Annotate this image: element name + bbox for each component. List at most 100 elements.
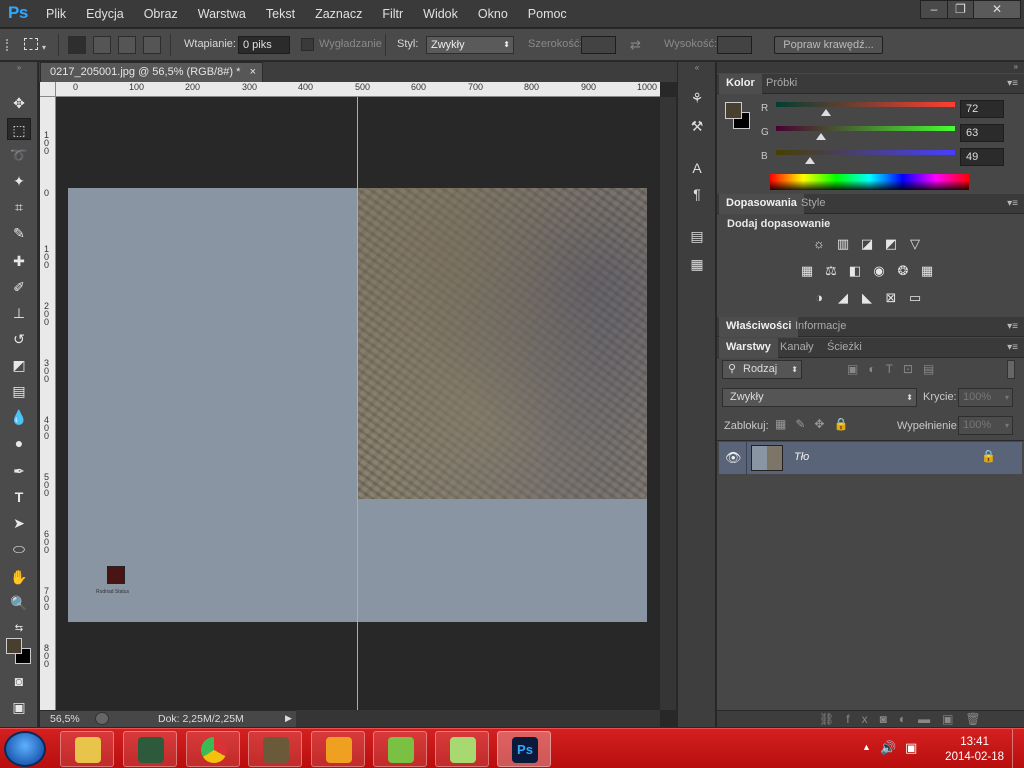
expand-icon[interactable]: « (686, 63, 708, 73)
brush-presets-icon[interactable]: ⚘ (686, 88, 708, 108)
start-button[interactable] (4, 731, 46, 767)
tab-wlasciwosci[interactable]: Właściwości (719, 317, 799, 337)
refine-edge-button[interactable]: Popraw krawędź... (774, 36, 883, 54)
color-spectrum-bar[interactable] (770, 174, 969, 190)
color-balance-icon[interactable]: ⚖ (823, 264, 839, 278)
network-icon[interactable]: ▣ (905, 740, 917, 756)
history-brush-tool-icon[interactable]: ↺ (7, 328, 31, 350)
default-colors-icon[interactable]: ⇆ (7, 618, 31, 640)
magic-wand-tool-icon[interactable]: ✦ (7, 170, 31, 192)
layer-action-icons[interactable]: ⛓fx◙◐▬▣🗑 (819, 712, 993, 726)
channel-b-slider[interactable] (776, 150, 955, 155)
channel-g-slider[interactable] (776, 126, 955, 131)
selective-color-icon[interactable]: ⊠ (883, 291, 899, 305)
menu-tekst[interactable]: Tekst (256, 0, 305, 28)
path-selection-tool-icon[interactable]: ➤ (7, 512, 31, 534)
panel-menu-icon[interactable]: ▾≡ (1007, 321, 1018, 332)
brush-tool-icon[interactable]: ✐ (7, 276, 31, 298)
width-input[interactable] (581, 36, 616, 54)
blend-mode-select[interactable]: Zwykły ⬍ (722, 388, 917, 407)
antialias-checkbox[interactable] (301, 38, 314, 51)
black-white-icon[interactable]: ◧ (847, 264, 863, 278)
taskbar-photoshop[interactable]: Ps (497, 731, 551, 767)
collapse-icon[interactable]: » (7, 64, 31, 72)
crop-tool-icon[interactable]: ⌗ (7, 196, 31, 218)
channel-mixer-icon[interactable]: ❂ (895, 264, 911, 278)
screen-mode-icon[interactable]: ▣ (7, 696, 31, 718)
close-tab-icon[interactable]: × (250, 63, 256, 82)
rect-marquee-tool-icon[interactable]: ⬚ (7, 118, 31, 140)
menu-pomoc[interactable]: Pomoc (518, 0, 577, 28)
dodge-tool-icon[interactable]: ● (7, 432, 31, 454)
taskbar-notepad[interactable] (435, 731, 489, 767)
close-window-button[interactable]: ✕ (973, 0, 1021, 19)
curves-icon[interactable]: ◪ (859, 237, 875, 251)
type-tool-icon[interactable]: T (7, 486, 31, 508)
menu-filtr[interactable]: Filtr (372, 0, 413, 28)
lasso-tool-icon[interactable]: ➰ (7, 144, 31, 166)
menu-plik[interactable]: Plik (36, 0, 76, 28)
layer-filter-icons[interactable]: ▣◐T⊡▤ (847, 362, 944, 376)
taskbar-chrome[interactable] (186, 731, 240, 767)
horizontal-ruler[interactable]: 0 100 200 300 400 500 600 700 800 900 10… (56, 82, 660, 97)
menu-widok[interactable]: Widok (413, 0, 468, 28)
zoom-tool-icon[interactable]: 🔍 (7, 592, 31, 614)
menu-okno[interactable]: Okno (468, 0, 518, 28)
tab-dopasowania[interactable]: Dopasowania (719, 194, 804, 214)
channel-g-knob[interactable] (815, 133, 826, 140)
quick-mask-icon[interactable]: ◙ (7, 670, 31, 692)
pen-tool-icon[interactable]: ✒ (7, 460, 31, 482)
eye-icon[interactable]: 👁 (725, 450, 742, 466)
exposure-icon[interactable]: ◩ (883, 237, 899, 251)
tab-probki[interactable]: Próbki (759, 74, 804, 94)
panel-menu-icon[interactable]: ▾≡ (1007, 342, 1018, 353)
layer-filter-select[interactable]: ⚲ Rodzaj ⬍ (722, 360, 802, 379)
tab-warstwy[interactable]: Warstwy (719, 338, 778, 358)
channel-r-input[interactable]: 72 (960, 100, 1004, 118)
taskbar-explorer[interactable] (60, 731, 114, 767)
menu-warstwa[interactable]: Warstwa (188, 0, 256, 28)
menu-zaznacz[interactable]: Zaznacz (305, 0, 372, 28)
ruler-corner[interactable] (40, 82, 56, 97)
posterize-icon[interactable]: ◢ (835, 291, 851, 305)
move-tool-icon[interactable]: ✥ (7, 92, 31, 114)
channel-b-input[interactable]: 49 (960, 148, 1004, 166)
taskbar-game[interactable] (248, 731, 302, 767)
tab-kolor[interactable]: Kolor (719, 74, 762, 94)
tab-informacje[interactable]: Informacje (788, 317, 853, 337)
ellipse-tool-icon[interactable]: ⬭ (7, 538, 31, 560)
horizontal-scrollbar[interactable] (296, 710, 660, 727)
feather-input[interactable]: 0 piks (238, 36, 290, 54)
hue-saturation-icon[interactable]: ▦ (799, 264, 815, 278)
fill-input[interactable]: 100% ▾ (958, 416, 1013, 435)
foreground-color-swatch[interactable] (6, 638, 22, 654)
document-tab[interactable]: 0217_205001.jpg @ 56,5% (RGB/8#) * × (40, 62, 263, 82)
healing-brush-tool-icon[interactable]: ✚ (7, 250, 31, 272)
eraser-tool-icon[interactable]: ◩ (7, 354, 31, 376)
tab-kanaly[interactable]: Kanały (773, 338, 821, 358)
channel-b-knob[interactable] (805, 157, 815, 164)
gradient-tool-icon[interactable]: ▤ (7, 380, 31, 402)
hand-tool-icon[interactable]: ✋ (7, 566, 31, 588)
threshold-icon[interactable]: ◣ (859, 291, 875, 305)
fg-color-swatch[interactable] (725, 102, 742, 119)
taskbar-editor[interactable] (373, 731, 427, 767)
status-menu-arrow-icon[interactable]: ▶ (285, 713, 292, 724)
invert-icon[interactable]: ◑ (811, 291, 827, 305)
opacity-input[interactable]: 100% ▾ (958, 388, 1013, 407)
vibrance-icon[interactable]: ▽ (907, 237, 923, 251)
character-panel-icon[interactable]: A (686, 158, 708, 178)
status-info-icon[interactable] (95, 712, 109, 725)
swap-icon[interactable]: ⇄ (630, 37, 641, 53)
height-input[interactable] (717, 36, 752, 54)
menu-edycja[interactable]: Edycja (76, 0, 134, 28)
rect-marquee-preset-icon[interactable] (24, 38, 38, 50)
taskbar-winamp[interactable] (311, 731, 365, 767)
gradient-map-icon[interactable]: ▭ (907, 291, 923, 305)
taskbar-clock[interactable]: 13:41 2014-02-18 (945, 735, 1004, 765)
vertical-scrollbar[interactable] (660, 97, 676, 710)
color-lookup-icon[interactable]: ▦ (919, 264, 935, 278)
minimize-button[interactable]: – (920, 0, 948, 19)
zoom-level[interactable]: 56,5% (50, 713, 80, 725)
vertical-ruler[interactable]: 1 0 0 0 1 0 0 2 0 0 3 0 0 4 0 0 5 0 0 6 … (40, 97, 56, 710)
